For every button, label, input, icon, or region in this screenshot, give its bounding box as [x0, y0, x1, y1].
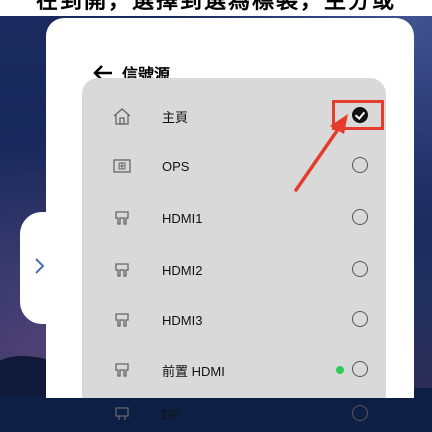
source-item-hdmi3[interactable]: HDMI3 — [82, 302, 386, 338]
source-label: HDMI3 — [162, 312, 203, 328]
source-label: 前置 HDMI — [162, 363, 225, 379]
ops-icon — [112, 156, 132, 176]
source-label: DP — [162, 406, 181, 422]
source-list: 主頁 OPS HDMI1 HDMI2 HDMI3 前置 HDMI DP — [82, 78, 386, 422]
hdmi-icon — [112, 208, 132, 228]
source-label: HDMI1 — [162, 210, 203, 226]
source-label: HDMI2 — [162, 262, 203, 278]
hdmi-icon — [112, 260, 132, 280]
source-item-dp[interactable]: DP — [82, 396, 386, 432]
hdmi-icon — [112, 360, 132, 380]
radio-icon[interactable] — [352, 157, 368, 173]
connected-dot-icon — [336, 366, 344, 374]
radio-icon[interactable] — [352, 361, 368, 377]
source-panel: 信號源 主頁 OPS HDMI1 HDMI2 HDMI3 前置 HDMI DP — [46, 18, 414, 422]
top-caption: 在到開，選擇到選為標裝，主分或 — [0, 0, 432, 16]
source-item-hdmi1[interactable]: HDMI1 — [82, 200, 386, 236]
radio-icon[interactable] — [352, 311, 368, 327]
radio-icon[interactable] — [352, 209, 368, 225]
source-label: OPS — [162, 158, 190, 174]
source-item-ops[interactable]: OPS — [82, 148, 386, 184]
home-icon — [112, 106, 132, 126]
source-item-front-hdmi[interactable]: 前置 HDMI — [82, 352, 386, 388]
radio-icon[interactable] — [352, 261, 368, 277]
hdmi-icon — [112, 310, 132, 330]
selection-highlight-box — [332, 100, 384, 130]
source-item-hdmi2[interactable]: HDMI2 — [82, 252, 386, 288]
source-label: 主頁 — [162, 109, 189, 125]
radio-icon[interactable] — [352, 405, 368, 421]
dp-icon — [112, 404, 132, 424]
